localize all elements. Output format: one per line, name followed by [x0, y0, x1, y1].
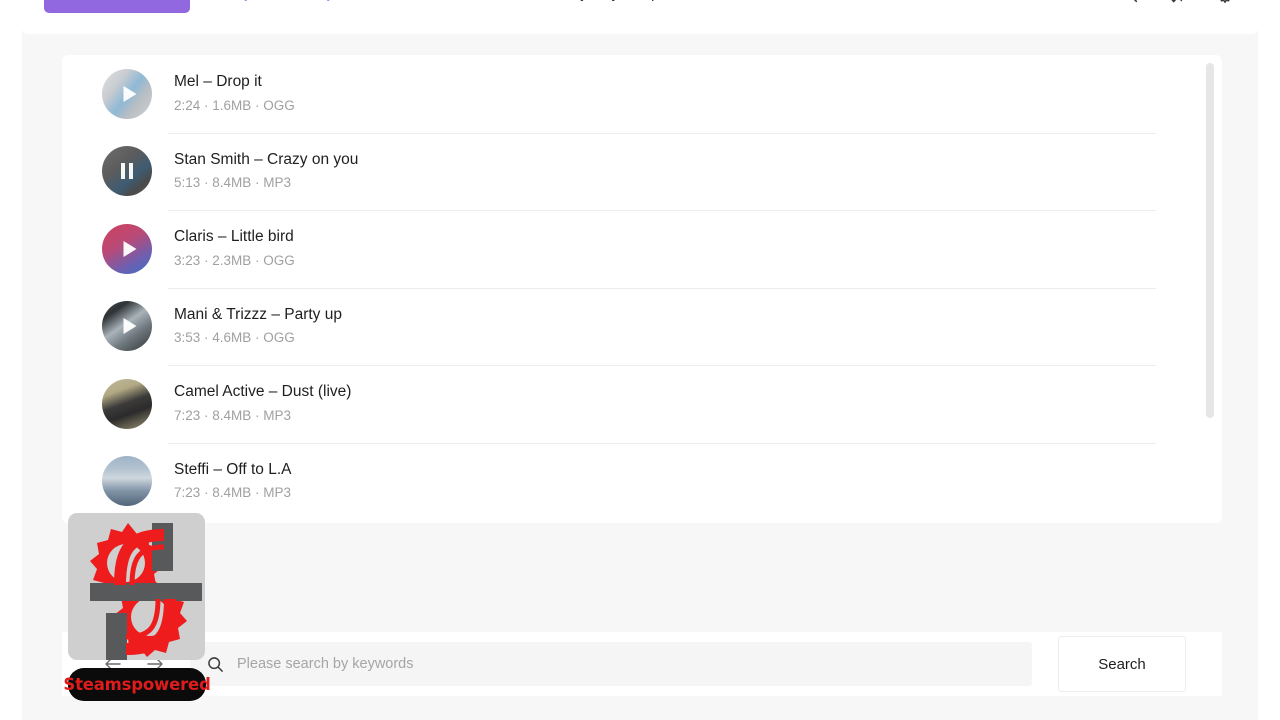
toolbar-right-group: 6 item [1055, 0, 1236, 5]
table-row[interactable]: Claris – Little bird 3:23 · 2.3MB · OGG [102, 210, 1182, 288]
table-row[interactable]: Mani & Trizzz – Party up 3:53 · 4.6MB · … [102, 287, 1182, 366]
toolbar-search-button[interactable] [1118, 0, 1140, 5]
previous-track-button[interactable] [228, 0, 250, 5]
screenshot-root: + Paste Link [0, 0, 1280, 720]
track-meta: Mani & Trizzz – Party up 3:53 · 4.6MB · … [174, 306, 342, 347]
track-artwork[interactable] [102, 223, 152, 274]
track-list: Mel – Drop it 2:24 · 1.6MB · OGG Stan Sm… [62, 55, 1222, 523]
table-row[interactable]: Steffi – Off to L.A 7:23 · 8.4MB · MP3 [102, 442, 1182, 521]
track-artwork[interactable] [102, 146, 152, 197]
table-row[interactable]: Camel Active – Dust (live) 7:23 · 8.4MB … [102, 365, 1182, 443]
watermark-logo [68, 513, 205, 660]
transport-controls [228, 0, 346, 5]
track-title: Steffi – Off to L.A [174, 460, 292, 478]
track-subtitle: 3:23 · 2.3MB · OGG [174, 252, 295, 268]
track-subtitle: 2:24 · 1.6MB · OGG [174, 97, 295, 113]
paste-link-label: Paste Link [91, 0, 159, 2]
track-title: Claris – Little bird [174, 228, 294, 246]
track-meta: Camel Active – Dust (live) 7:23 · 8.4MB … [174, 383, 351, 424]
track-artwork[interactable] [102, 68, 152, 119]
search-field[interactable] [190, 642, 1032, 686]
table-row[interactable]: Stan Smith – Crazy on you 5:13 · 8.4MB ·… [102, 132, 1182, 211]
track-artwork[interactable] [102, 456, 152, 507]
track-title: Mani & Trizzz – Party up [174, 305, 342, 323]
track-subtitle: 7:23 · 8.4MB · MP3 [174, 485, 292, 501]
pause-button[interactable] [276, 0, 298, 5]
list-scrollbar-thumb[interactable] [1206, 63, 1214, 418]
track-meta: Mel – Drop it 2:24 · 1.6MB · OGG [174, 73, 295, 114]
track-meta: Steffi – Off to L.A 7:23 · 8.4MB · MP3 [174, 461, 291, 502]
track-title: Stan Smith – Crazy on you [174, 150, 359, 168]
next-track-icon [327, 0, 330, 1]
play-icon [123, 318, 137, 335]
watermark-label: Steamspowered [63, 668, 211, 701]
sort-button[interactable] [1166, 0, 1188, 5]
track-subtitle: 5:13 · 8.4MB · MP3 [174, 175, 292, 191]
gear-icon [1220, 0, 1230, 3]
list-scrollbar[interactable] [1206, 63, 1214, 418]
paste-link-button[interactable]: + Paste Link [44, 0, 190, 13]
track-artwork[interactable] [102, 378, 152, 429]
pause-icon [121, 163, 133, 180]
table-row[interactable]: Mel – Drop it 2:24 · 1.6MB · OGG [102, 55, 1182, 133]
top-toolbar: + Paste Link [22, 0, 1258, 34]
gear-pipe-logo [90, 523, 202, 660]
search-input[interactable] [237, 656, 1016, 672]
track-list-card: Mel – Drop it 2:24 · 1.6MB · OGG Stan Sm… [62, 55, 1222, 523]
item-count-label: 6 item [1055, 0, 1092, 2]
bottom-search-bar: Search [62, 632, 1222, 696]
search-icon [208, 656, 223, 672]
next-track-button[interactable] [324, 0, 346, 5]
previous-track-icon [244, 0, 247, 1]
plus-icon: + [75, 0, 84, 2]
track-meta: Claris – Little bird 3:23 · 2.3MB · OGG [174, 228, 295, 269]
track-title: Camel Active – Dust (live) [174, 383, 352, 401]
play-icon [123, 85, 137, 102]
track-meta: Stan Smith – Crazy on you 5:13 · 8.4MB ·… [174, 151, 358, 192]
app-window: + Paste Link [22, 0, 1258, 720]
now-playing-text: 1:21 / 5:13 Stan Smith – Crazy on you.mp… [390, 0, 667, 2]
settings-button[interactable] [1214, 0, 1236, 5]
search-icon [1133, 0, 1137, 2]
pause-icon [277, 0, 297, 4]
track-subtitle: 3:53 · 4.6MB · OGG [174, 330, 295, 346]
play-icon [123, 240, 137, 257]
track-title: Mel – Drop it [174, 73, 262, 91]
track-artwork[interactable] [102, 301, 152, 352]
sort-icon [1171, 0, 1182, 2]
search-button[interactable]: Search [1058, 636, 1186, 692]
track-subtitle: 7:23 · 8.4MB · MP3 [174, 407, 292, 423]
